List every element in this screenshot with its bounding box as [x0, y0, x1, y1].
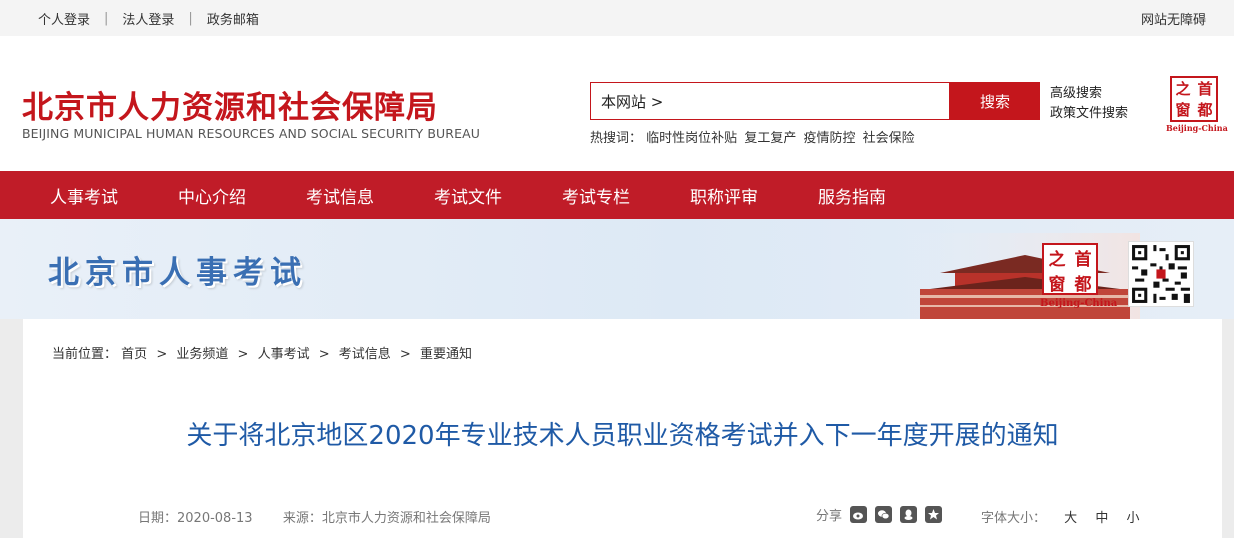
article-source: 北京市人力资源和社会保障局: [321, 511, 491, 526]
wechat-icon[interactable]: [875, 506, 893, 523]
capital-window-seal-logo[interactable]: 之 首 窗 都: [1170, 76, 1218, 122]
nav-item-title-review[interactable]: 职称评审: [662, 171, 790, 219]
site-logo-subtitle: BEIJING MUNICIPAL HUMAN RESOURCES AND SO…: [22, 126, 480, 141]
personal-login-link[interactable]: 个人登录: [38, 9, 90, 28]
divider: |: [104, 11, 109, 26]
font-size-large-button[interactable]: 大: [1064, 511, 1077, 526]
nav-item-exam-column[interactable]: 考试专栏: [534, 171, 662, 219]
qq-icon[interactable]: [900, 506, 918, 523]
accessibility-link[interactable]: 网站无障碍: [1141, 9, 1206, 28]
breadcrumb-item[interactable]: 业务频道: [176, 347, 228, 362]
seal-caption: Beijing-China: [1040, 298, 1118, 309]
legal-login-link[interactable]: 法人登录: [122, 9, 174, 28]
share-bar: 分享: [816, 505, 943, 524]
breadcrumb-home[interactable]: 首页: [121, 347, 147, 362]
article-meta: 日期：2020-08-13 来源：北京市人力资源和社会保障局: [138, 507, 491, 526]
gov-mail-link[interactable]: 政务邮箱: [207, 9, 259, 28]
policy-search-link[interactable]: 政策文件搜索: [1050, 104, 1128, 124]
font-size-label: 字体大小：: [981, 511, 1047, 526]
article-card: 当前位置： 首页 > 业务频道 > 人事考试 > 考试信息 > 重要通知 关于将…: [23, 319, 1222, 538]
weibo-icon[interactable]: [850, 506, 868, 523]
section-banner: 北京市人事考试 之 首 窗 都 Beijing-China: [0, 219, 1234, 319]
font-size-medium-button[interactable]: 中: [1095, 511, 1108, 526]
capital-window-seal-logo: 之 首 窗 都: [1042, 243, 1098, 295]
qzone-icon[interactable]: [925, 506, 943, 523]
breadcrumb-item[interactable]: 人事考试: [258, 347, 310, 362]
site-header: 北京市人力资源和社会保障局 BEIJING MUNICIPAL HUMAN RE…: [0, 36, 1234, 171]
hot-word[interactable]: 复工复产: [744, 131, 796, 146]
source-label: 来源：: [282, 511, 322, 526]
banner-title: 北京市人事考试: [48, 255, 307, 291]
nav-item-exam[interactable]: 人事考试: [22, 171, 150, 219]
article-title: 关于将北京地区2020年专业技术人员职业资格考试并入下一年度开展的通知: [186, 421, 1059, 451]
nav-item-exam-info[interactable]: 考试信息: [278, 171, 406, 219]
search-button[interactable]: 搜索: [950, 82, 1040, 120]
advanced-search-link[interactable]: 高级搜索: [1050, 84, 1128, 104]
search-scope: 本网站 >: [601, 93, 664, 111]
search-input[interactable]: 本网站 >: [590, 82, 950, 120]
breadcrumb-label: 当前位置：: [52, 347, 118, 362]
seal-caption: Beijing-China: [1166, 123, 1228, 133]
article-date: 2020-08-13: [177, 511, 253, 526]
top-bar: 个人登录 | 法人登录 | 政务邮箱 网站无障碍: [0, 0, 1234, 36]
nav-item-about[interactable]: 中心介绍: [150, 171, 278, 219]
main-nav: 人事考试 中心介绍 考试信息 考试文件 考试专栏 职称评审 服务指南: [0, 171, 1234, 219]
breadcrumb-item[interactable]: 重要通知: [420, 347, 472, 362]
hot-word[interactable]: 社会保险: [863, 131, 915, 146]
nav-item-service-guide[interactable]: 服务指南: [790, 171, 918, 219]
divider: |: [188, 11, 193, 26]
hot-word[interactable]: 临时性岗位补贴: [646, 131, 737, 146]
hot-word[interactable]: 疫情防控: [803, 131, 855, 146]
hot-search-label: 热搜词：: [590, 131, 643, 146]
breadcrumb-item[interactable]: 考试信息: [339, 347, 391, 362]
top-links: 个人登录 | 法人登录 | 政务邮箱: [38, 9, 259, 28]
nav-item-exam-docs[interactable]: 考试文件: [406, 171, 534, 219]
hot-search-words: 热搜词： 临时性岗位补贴 复工复产 疫情防控 社会保险: [590, 127, 918, 146]
font-size-small-button[interactable]: 小: [1126, 511, 1139, 526]
advanced-search-links: 高级搜索 政策文件搜索: [1050, 84, 1128, 124]
site-logo-title[interactable]: 北京市人力资源和社会保障局: [22, 82, 438, 127]
share-label: 分享: [816, 509, 843, 524]
date-label: 日期：: [138, 511, 178, 526]
qr-code-icon: [1128, 241, 1194, 307]
font-size-control: 字体大小： 大 中 小: [981, 507, 1139, 526]
breadcrumb: 当前位置： 首页 > 业务频道 > 人事考试 > 考试信息 > 重要通知: [52, 347, 472, 362]
